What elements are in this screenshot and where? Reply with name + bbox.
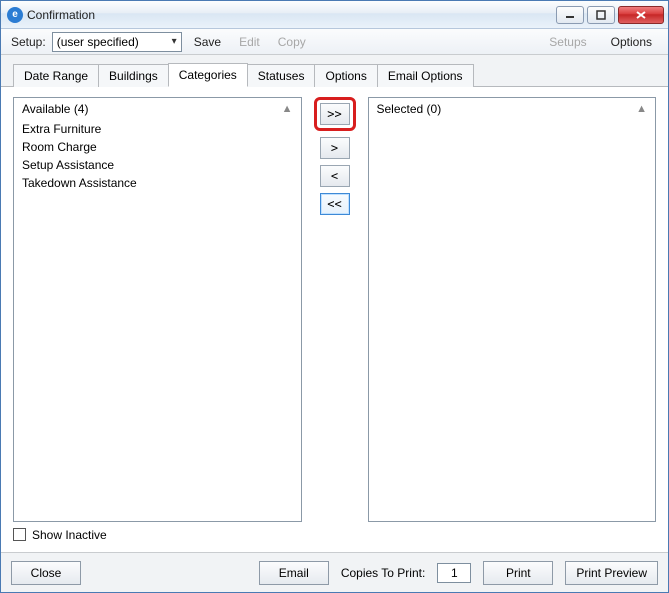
list-item[interactable]: Room Charge <box>22 138 293 156</box>
chevron-down-icon: ▾ <box>172 36 177 47</box>
dual-listbox: Available (4) ▲ Extra Furniture Room Cha… <box>13 97 656 522</box>
sort-asc-icon[interactable]: ▲ <box>636 103 647 115</box>
transfer-buttons: >> > < << <box>312 97 358 522</box>
app-icon: e <box>7 7 23 23</box>
close-icon <box>635 10 647 20</box>
maximize-icon <box>596 10 606 20</box>
show-inactive-checkbox[interactable]: Show Inactive <box>13 528 107 542</box>
email-button[interactable]: Email <box>259 561 329 585</box>
toolbar: Setup: (user specified) ▾ Save Edit Copy… <box>1 29 668 55</box>
selected-header: Selected (0) <box>377 102 442 116</box>
close-button[interactable]: Close <box>11 561 81 585</box>
copy-button: Copy <box>272 35 312 49</box>
move-all-left-button[interactable]: << <box>320 193 350 215</box>
tab-statuses[interactable]: Statuses <box>247 64 316 87</box>
save-button[interactable]: Save <box>188 35 227 49</box>
move-left-button[interactable]: < <box>320 165 350 187</box>
edit-button: Edit <box>233 35 266 49</box>
window-root: e Confirmation Setup: (user specified) ▾… <box>0 0 669 593</box>
list-item[interactable]: Takedown Assistance <box>22 174 293 192</box>
minimize-button[interactable] <box>556 6 584 24</box>
copies-input[interactable] <box>437 563 471 583</box>
footer: Close Email Copies To Print: Print Print… <box>1 552 668 592</box>
tab-strip: Date Range Buildings Categories Statuses… <box>1 55 668 87</box>
checkbox-box <box>13 528 26 541</box>
selected-items <box>369 120 656 521</box>
move-right-button[interactable]: > <box>320 137 350 159</box>
list-item[interactable]: Extra Furniture <box>22 120 293 138</box>
setups-menu[interactable]: Setups <box>543 35 592 49</box>
tab-options[interactable]: Options <box>314 64 377 87</box>
setup-dropdown-value: (user specified) <box>57 35 139 49</box>
selected-header-row: Selected (0) ▲ <box>369 98 656 120</box>
available-header-row: Available (4) ▲ <box>14 98 301 120</box>
print-preview-button[interactable]: Print Preview <box>565 561 658 585</box>
show-inactive-label: Show Inactive <box>32 528 107 542</box>
available-header: Available (4) <box>22 102 88 116</box>
copies-label: Copies To Print: <box>341 566 426 580</box>
print-button[interactable]: Print <box>483 561 553 585</box>
tab-categories[interactable]: Categories <box>168 63 248 87</box>
titlebar: e Confirmation <box>1 1 668 29</box>
sort-asc-icon[interactable]: ▲ <box>282 103 293 115</box>
highlight-marker: >> <box>314 97 356 131</box>
available-items: Extra Furniture Room Charge Setup Assist… <box>14 120 301 521</box>
setup-dropdown[interactable]: (user specified) ▾ <box>52 32 182 52</box>
minimize-icon <box>565 10 575 20</box>
show-inactive-row: Show Inactive <box>13 522 656 547</box>
tab-date-range[interactable]: Date Range <box>13 64 99 87</box>
selected-listbox[interactable]: Selected (0) ▲ <box>368 97 657 522</box>
window-title: Confirmation <box>27 8 95 22</box>
close-window-button[interactable] <box>618 6 664 24</box>
options-menu[interactable]: Options <box>605 35 658 49</box>
tab-content: Available (4) ▲ Extra Furniture Room Cha… <box>1 87 668 552</box>
setup-label: Setup: <box>11 35 46 49</box>
move-all-right-button[interactable]: >> <box>320 103 350 125</box>
maximize-button[interactable] <box>587 6 615 24</box>
tab-email-options[interactable]: Email Options <box>377 64 474 87</box>
available-listbox[interactable]: Available (4) ▲ Extra Furniture Room Cha… <box>13 97 302 522</box>
list-item[interactable]: Setup Assistance <box>22 156 293 174</box>
tab-buildings[interactable]: Buildings <box>98 64 169 87</box>
